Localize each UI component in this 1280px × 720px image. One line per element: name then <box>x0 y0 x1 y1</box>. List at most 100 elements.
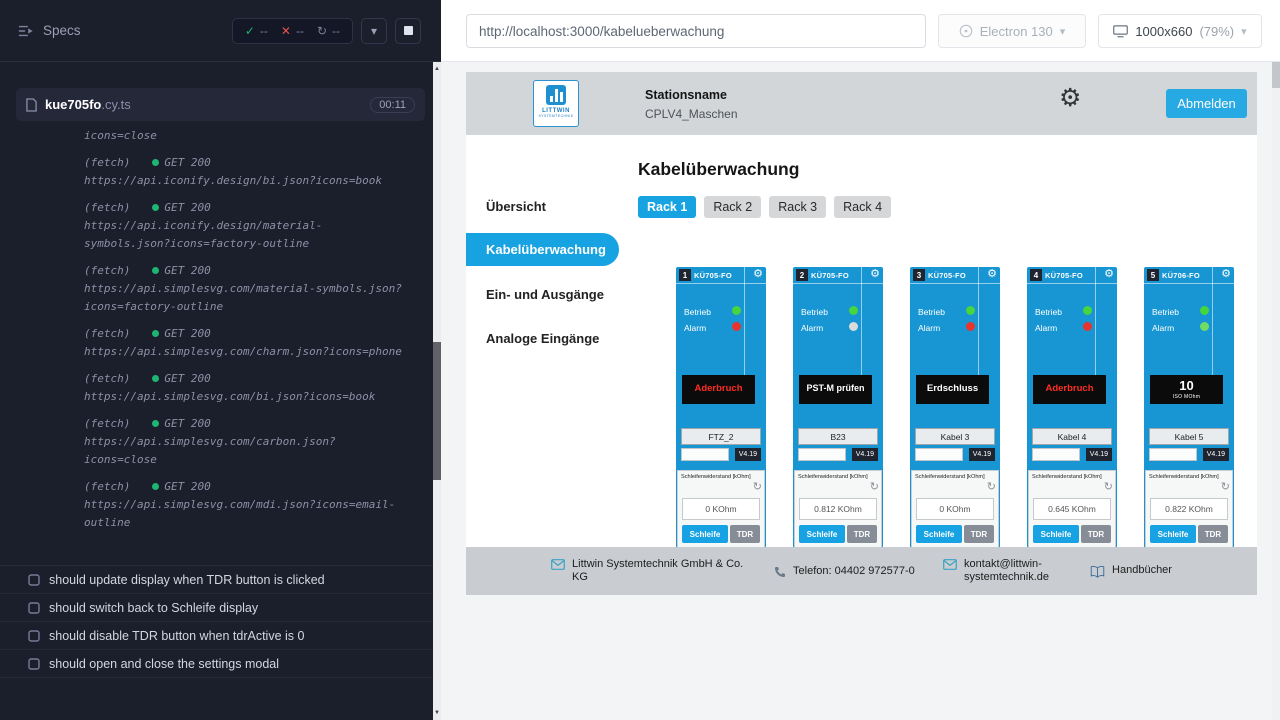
test-row[interactable]: should switch back to Schleife display <box>0 594 441 622</box>
device-card: 3 KÜ705-FO ⚙ Betrieb Alarm Erdschluss <box>910 267 1000 547</box>
footer-phone: Telefon: 04402 972577-0 <box>774 565 917 578</box>
logo-subtext: SYSTEMTECHNIK <box>539 114 574 118</box>
schleife-button[interactable]: Schleife <box>1150 525 1196 543</box>
nav-item-analoge-eingaenge[interactable]: Analoge Eingänge <box>486 331 599 346</box>
viewport-selector[interactable]: 1000x660 (79%) ▾ <box>1098 14 1262 48</box>
cable-name: Kabel 3 <box>915 428 995 445</box>
log-status: GET 200 <box>164 480 210 493</box>
chevron-down-icon: ▾ <box>1060 25 1066 38</box>
log-command-label: (fetch) <box>84 372 130 385</box>
stat-failed: ✕-- <box>281 24 304 38</box>
alarm-label: Alarm <box>1035 323 1057 333</box>
logout-button[interactable]: Abmelden <box>1166 89 1247 118</box>
refresh-icon[interactable]: ↻ <box>1104 480 1113 493</box>
stop-icon <box>404 26 413 35</box>
log-entry[interactable]: (fetch)GET 200 https://api.simplesvg.com… <box>84 415 405 469</box>
status-text: Aderbruch <box>1045 384 1093 394</box>
success-dot-icon <box>152 267 159 274</box>
app-body: Übersicht Kabelüberwachung Ein- und Ausg… <box>466 135 1257 547</box>
refresh-icon[interactable]: ↻ <box>870 480 879 493</box>
device-settings-gear-icon[interactable]: ⚙ <box>1221 267 1231 280</box>
right-scrollbar-thumb[interactable] <box>1272 62 1280 88</box>
settings-gear-icon[interactable]: ⚙ <box>1059 83 1081 113</box>
device-number-badge: 4 <box>1030 269 1042 281</box>
app-header: LITTWIN SYSTEMTECHNIK Stationsname CPLV4… <box>466 72 1257 135</box>
collapse-button[interactable]: ▾ <box>361 18 387 44</box>
tab-rack-2[interactable]: Rack 2 <box>704 196 761 218</box>
runner-controls: ✓-- ✕-- ↻-- ▾ <box>232 18 421 44</box>
pending-refresh-icon: ↻ <box>317 24 327 38</box>
scroll-down-arrow-icon[interactable]: ▼ <box>433 709 441 717</box>
betrieb-led <box>849 306 858 315</box>
firmware-version: V4.19 <box>1086 448 1112 461</box>
refresh-icon[interactable]: ↻ <box>987 480 996 493</box>
log-status: GET 200 <box>164 372 210 385</box>
log-entry[interactable]: (fetch)GET 200 https://api.simplesvg.com… <box>84 325 405 361</box>
scroll-up-arrow-icon[interactable]: ▲ <box>433 65 441 73</box>
log-status: GET 200 <box>164 201 210 214</box>
test-row[interactable]: should disable TDR button when tdrActive… <box>0 622 441 650</box>
schleife-button[interactable]: Schleife <box>682 525 728 543</box>
alarm-led <box>966 322 975 331</box>
test-title: should open and close the settings modal <box>49 657 279 671</box>
tab-rack-3[interactable]: Rack 3 <box>769 196 826 218</box>
footer-email[interactable]: kontakt@littwin-systemtechnik.de <box>943 558 1064 584</box>
device-settings-gear-icon[interactable]: ⚙ <box>987 267 997 280</box>
alarm-label: Alarm <box>1152 323 1174 333</box>
left-scrollbar[interactable]: ▲ ▼ <box>433 62 441 720</box>
nav-item-uebersicht[interactable]: Übersicht <box>486 199 546 214</box>
schleife-button[interactable]: Schleife <box>1033 525 1079 543</box>
stop-button[interactable] <box>395 18 421 44</box>
card-divider-horizontal <box>676 283 766 284</box>
nav-item-kabelueberwachung[interactable]: Kabelüberwachung <box>466 233 619 266</box>
measurement-value: 0.822 KOhm <box>1150 498 1228 520</box>
schleife-button[interactable]: Schleife <box>799 525 845 543</box>
tdr-button[interactable]: TDR <box>964 525 994 543</box>
refresh-icon[interactable]: ↻ <box>753 480 762 493</box>
spec-file-header[interactable]: kue705fo.cy.ts 00:11 <box>16 88 425 121</box>
tab-rack-1[interactable]: Rack 1 <box>638 196 696 218</box>
log-url: https://api.simplesvg.com/bi.json?icons=… <box>84 388 405 406</box>
footer-manuals-link[interactable]: Handbücher <box>1090 564 1172 578</box>
aut-canvas: LITTWIN SYSTEMTECHNIK Stationsname CPLV4… <box>441 62 1272 720</box>
log-entry[interactable]: (fetch) GET 200 https://api.simplesvg.com… <box>84 370 405 406</box>
log-entry[interactable]: (fetch)GET 200 https://api.iconify.desig… <box>84 199 405 253</box>
card-divider-vertical <box>978 267 979 375</box>
refresh-icon[interactable]: ↻ <box>1221 480 1230 493</box>
device-settings-gear-icon[interactable]: ⚙ <box>1104 267 1114 280</box>
specs-menu-button[interactable]: Specs <box>18 23 81 38</box>
tdr-button[interactable]: TDR <box>730 525 760 543</box>
browser-selector[interactable]: Electron 130 ▾ <box>938 14 1086 48</box>
nav-item-ein-und-ausgaenge[interactable]: Ein- und Ausgänge <box>486 287 604 302</box>
betrieb-label: Betrieb <box>1035 307 1062 317</box>
page-title: Kabelüberwachung <box>638 159 799 180</box>
log-entry[interactable]: (fetch)GET 200 https://api.simplesvg.com… <box>84 478 405 532</box>
device-card: 4 KÜ705-FO ⚙ Betrieb Alarm Aderbruch <box>1027 267 1117 547</box>
log-entry-head: (fetch)GET 200 <box>84 154 405 172</box>
log-continuation-line[interactable]: icons=close <box>84 127 405 145</box>
card-divider-horizontal <box>910 283 1000 284</box>
tab-rack-4[interactable]: Rack 4 <box>834 196 891 218</box>
log-entry[interactable]: (fetch)GET 200 https://api.iconify.desig… <box>84 154 405 190</box>
littwin-logo: LITTWIN SYSTEMTECHNIK <box>533 80 579 127</box>
specs-list-icon <box>18 24 34 38</box>
test-row[interactable]: should open and close the settings modal <box>0 650 441 678</box>
test-list: should update display when TDR button is… <box>0 565 441 678</box>
device-settings-gear-icon[interactable]: ⚙ <box>870 267 880 280</box>
log-entry-head: (fetch)GET 200 <box>84 325 405 343</box>
left-scrollbar-thumb[interactable] <box>433 342 441 480</box>
device-settings-gear-icon[interactable]: ⚙ <box>753 267 763 280</box>
tdr-button[interactable]: TDR <box>1198 525 1228 543</box>
test-title: should disable TDR button when tdrActive… <box>49 629 304 643</box>
version-field <box>1032 448 1080 461</box>
tdr-button[interactable]: TDR <box>847 525 877 543</box>
tdr-button[interactable]: TDR <box>1081 525 1111 543</box>
log-entry[interactable]: (fetch)GET 200 https://api.simplesvg.com… <box>84 262 405 316</box>
right-scrollbar[interactable] <box>1272 62 1280 720</box>
schleife-button[interactable]: Schleife <box>916 525 962 543</box>
mail-icon <box>551 559 565 570</box>
log-command-label: (fetch) <box>84 480 130 493</box>
test-row[interactable]: should update display when TDR button is… <box>0 566 441 594</box>
url-input[interactable] <box>466 14 926 48</box>
version-field <box>1149 448 1197 461</box>
